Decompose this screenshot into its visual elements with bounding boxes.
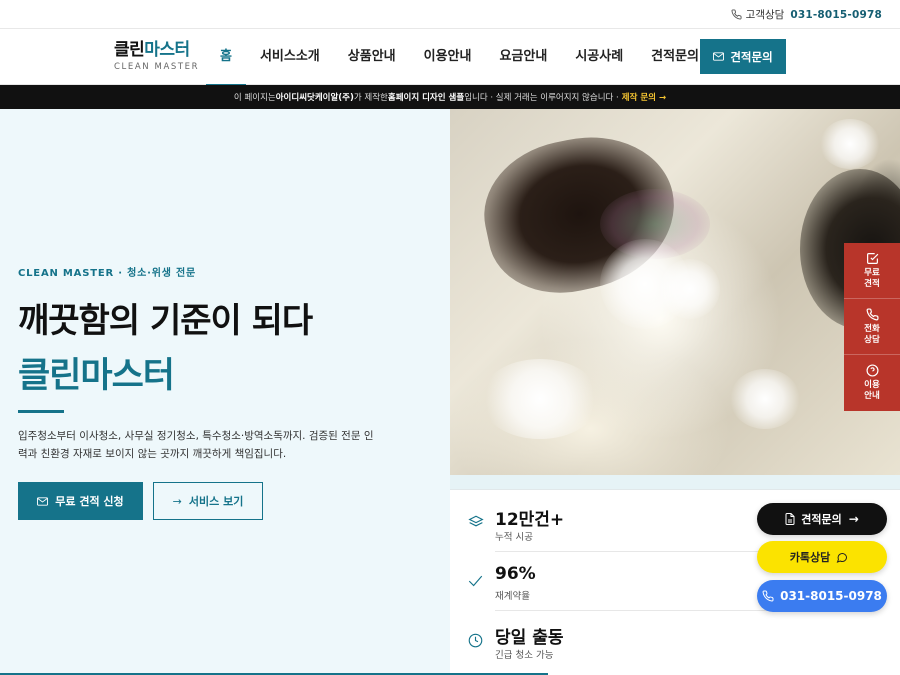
notice-text-1: 이 페이지는	[233, 93, 276, 103]
hero-title-brand: 클린마스터	[18, 356, 175, 396]
side-phone-l1: 전화	[864, 323, 880, 334]
layers-icon	[468, 515, 484, 527]
side-free-quote-l2: 견적	[864, 278, 880, 289]
nav-item-products[interactable]: 상품안내	[334, 29, 410, 85]
arrow-right-icon: →	[848, 512, 859, 526]
side-usage-guide[interactable]: 이용 안내	[844, 355, 900, 411]
stat-value: 12만건+	[495, 510, 565, 530]
free-quote-button[interactable]: 무료 견적 신청	[18, 482, 143, 520]
side-quick-menu: 무료 견적 전화 상담 이용 안내	[844, 243, 900, 411]
phone-icon	[731, 9, 742, 20]
floating-phone-button[interactable]: 031-8015-0978	[757, 580, 887, 612]
view-services-button[interactable]: → 서비스 보기	[153, 482, 263, 520]
view-services-label: 서비스 보기	[188, 495, 244, 508]
document-icon	[785, 513, 795, 525]
stat-value: 96%	[495, 564, 536, 584]
notice-bar: 이 페이지는 아이디씨닷케이알(주) 가 제작한 홈페이지 디자인 샘플 입니다…	[0, 85, 900, 109]
header-quote-button[interactable]: 견적문의	[700, 39, 786, 74]
main-nav: 홈 서비스소개 상품안내 이용안내 요금안내 시공사례 견적문의	[206, 29, 713, 86]
header-quote-label: 견적문의	[730, 49, 773, 64]
logo-text-1: 클린	[114, 40, 145, 60]
hero-title: 깨끗함의 기준이 되다	[18, 301, 313, 341]
floating-kakao-label: 카톡상담	[789, 551, 831, 564]
checkbox-icon	[866, 252, 878, 264]
mail-icon	[37, 496, 49, 506]
check-icon	[468, 575, 483, 587]
stat-label: 재계약율	[495, 591, 530, 602]
stat-item: 12만건+ 누적 시공	[468, 493, 768, 552]
top-utility-bar: 고객상담 031-8015-0978	[0, 0, 900, 29]
side-free-quote-l1: 무료	[864, 267, 880, 278]
arrow-right-icon: →	[172, 494, 182, 508]
side-guide-l1: 이용	[864, 380, 880, 390]
free-quote-label: 무료 견적 신청	[55, 495, 124, 508]
stat-label: 긴급 청소 가능	[495, 650, 554, 661]
floating-kakao-button[interactable]: 카톡상담	[757, 541, 887, 573]
side-phone-l2: 상담	[864, 334, 880, 345]
notice-company: 아이디씨닷케이알(주)	[275, 93, 354, 103]
nav-item-usage-guide[interactable]: 이용안내	[410, 29, 486, 85]
nav-item-home[interactable]: 홈	[206, 29, 246, 86]
stat-item: 96% 재계약율	[468, 552, 768, 611]
logo[interactable]: 클린마스터 CLEAN MASTER	[114, 41, 199, 72]
hero-image	[450, 109, 900, 475]
clock-icon	[468, 633, 483, 648]
logo-text-2: 마스터	[144, 40, 190, 60]
notice-text-2: 가 제작한	[353, 93, 388, 103]
floating-quote-label: 견적문의	[801, 513, 842, 526]
stat-item: 당일 출동 긴급 청소 가능	[468, 611, 768, 670]
hero-divider	[18, 410, 64, 413]
floating-phone-label: 031-8015-0978	[780, 589, 882, 603]
stat-label: 누적 시공	[495, 532, 533, 543]
stat-value: 당일 출동	[495, 628, 564, 648]
hero-description: 입주청소부터 이사청소, 사무실 정기청소, 특수청소·방역소독까지. 검증된 …	[18, 430, 374, 460]
contact-phone[interactable]: 031-8015-0978	[790, 9, 882, 21]
nav-item-cases[interactable]: 시공사례	[561, 29, 637, 85]
help-circle-icon	[865, 364, 879, 377]
phone-icon	[762, 590, 774, 602]
site-header: 클린마스터 CLEAN MASTER 홈 서비스소개 상품안내 이용안내 요금안…	[0, 29, 900, 86]
top-contact[interactable]: 고객상담 031-8015-0978	[731, 7, 882, 22]
floating-quote-button[interactable]: 견적문의 →	[757, 503, 887, 535]
notice-sample: 홈페이지 디자인 샘플	[387, 93, 465, 103]
logo-subtitle: CLEAN MASTER	[114, 62, 200, 72]
side-free-quote[interactable]: 무료 견적	[844, 243, 900, 299]
side-phone-consult[interactable]: 전화 상담	[844, 299, 900, 355]
notice-text-3: 입니다 · 실제 거래는 이루어지지 않습니다 ·	[464, 93, 619, 103]
contact-label: 고객상담	[745, 9, 785, 21]
nav-item-pricing[interactable]: 요금안내	[485, 29, 561, 85]
mail-icon	[713, 52, 725, 61]
chat-bubble-icon	[836, 552, 848, 563]
hero-eyebrow: CLEAN MASTER · 청소·위생 전문	[18, 268, 197, 279]
notice-cta-link[interactable]: 제작 문의 →	[622, 91, 666, 103]
nav-item-service-intro[interactable]: 서비스소개	[246, 29, 334, 85]
hero-section: CLEAN MASTER · 청소·위생 전문 깨끗함의 기준이 되다 클린마스…	[0, 109, 450, 675]
phone-icon	[866, 307, 879, 320]
side-guide-l2: 안내	[864, 391, 880, 401]
